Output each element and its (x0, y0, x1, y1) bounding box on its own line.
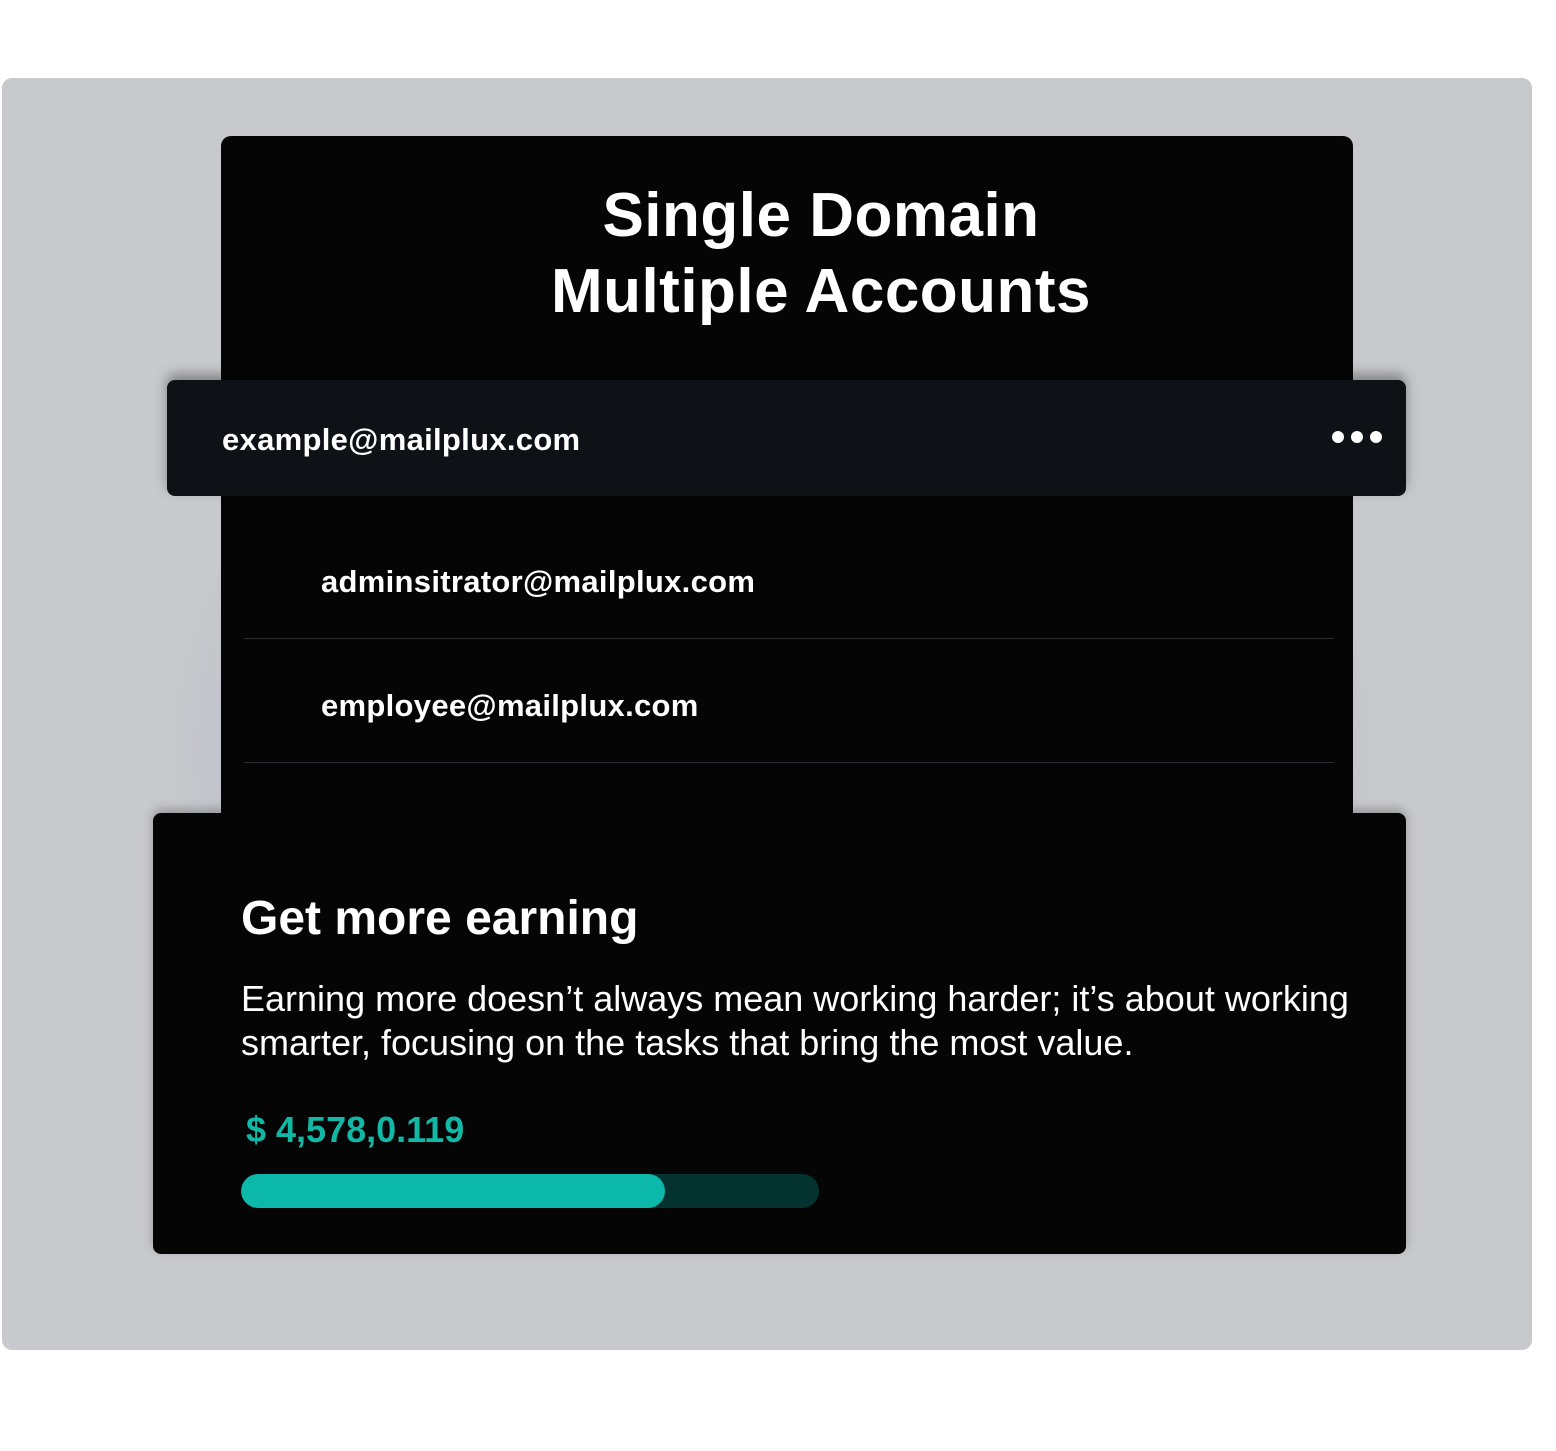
earning-card: Get more earning Earning more doesn’t al… (153, 813, 1406, 1254)
earning-progress-fill (241, 1174, 665, 1208)
page-title: Single Domain Multiple Accounts (221, 178, 1421, 330)
earning-amount: $ 4,578,0.119 (246, 1109, 465, 1150)
earning-description: Earning more doesn’t always mean working… (241, 978, 1349, 1063)
menu-dot (1332, 431, 1344, 443)
primary-account-row[interactable]: example@mailplux.com (167, 380, 1406, 496)
primary-account-email: example@mailplux.com (222, 422, 581, 457)
title-line-2: Multiple Accounts (550, 257, 1092, 326)
account-row-administrator[interactable]: adminsitrator@mailplux.com (244, 514, 1334, 639)
account-email: adminsitrator@mailplux.com (321, 564, 756, 599)
stage: Single Domain Multiple Accounts example@… (0, 0, 1556, 1451)
title-line-1: Single Domain (602, 181, 1040, 250)
earning-title: Get more earning (241, 892, 639, 945)
menu-dot (1370, 431, 1382, 443)
more-options-icon[interactable] (1332, 424, 1382, 450)
account-row-employee[interactable]: employee@mailplux.com (244, 638, 1334, 763)
earning-progress-bar (241, 1174, 819, 1208)
menu-dot (1351, 431, 1363, 443)
account-email: employee@mailplux.com (321, 688, 699, 723)
